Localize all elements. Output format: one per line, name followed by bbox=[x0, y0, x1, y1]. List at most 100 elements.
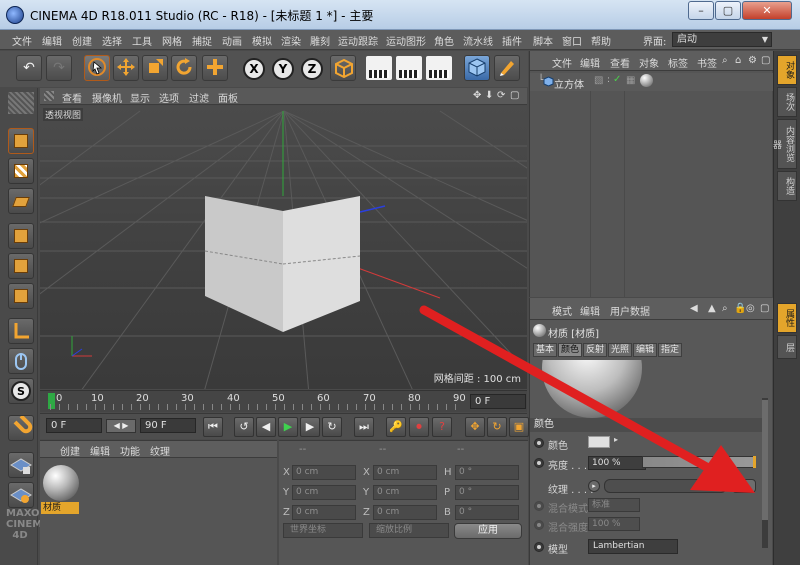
side-tab-attributes[interactable]: 属性 bbox=[777, 303, 797, 333]
menu-tools[interactable]: 工具 bbox=[132, 33, 152, 48]
timeline[interactable]: 0 10 20 30 40 50 60 70 80 90 0 F bbox=[40, 390, 527, 412]
color-swatch[interactable] bbox=[588, 436, 610, 448]
texture-field[interactable] bbox=[604, 479, 727, 493]
tab-reflectance[interactable]: 反射 bbox=[583, 343, 608, 357]
phong-tag-icon[interactable]: ▦ bbox=[626, 75, 635, 86]
brightness-animate-radio[interactable] bbox=[534, 458, 544, 468]
attr-maximize-icon[interactable]: ▢ bbox=[760, 303, 769, 314]
enabled-check-icon[interactable]: ✓ bbox=[613, 74, 621, 85]
viewport-menu-filter[interactable]: 过滤 bbox=[189, 90, 209, 105]
texture-mode-button[interactable] bbox=[8, 158, 34, 184]
target-icon[interactable]: ◎ bbox=[746, 303, 755, 314]
object-name[interactable]: 立方体 bbox=[554, 76, 584, 91]
rotate-tool-button[interactable] bbox=[171, 55, 197, 81]
go-to-end-button[interactable]: ⏭ bbox=[354, 417, 374, 437]
side-tab-layers[interactable]: 层 bbox=[777, 335, 797, 359]
side-tab-structure[interactable]: 构造 bbox=[777, 171, 797, 201]
object-menu-tags[interactable]: 标签 bbox=[668, 55, 688, 70]
menu-character[interactable]: 角色 bbox=[434, 33, 454, 48]
cube-object-button[interactable] bbox=[464, 55, 490, 81]
color-animate-radio[interactable] bbox=[534, 438, 544, 448]
tab-color[interactable]: 颜色 bbox=[558, 343, 583, 357]
object-row[interactable]: └ 立方体 ▧ : ✓ ▦ bbox=[530, 73, 773, 91]
tab-illumination[interactable]: 光照 bbox=[608, 343, 633, 357]
rotation-p-field[interactable]: 0 ° bbox=[455, 485, 519, 500]
points-mode-button[interactable] bbox=[8, 223, 34, 249]
y-axis-lock-button[interactable]: Y bbox=[272, 58, 294, 80]
layout-select[interactable]: 启动 ▼ bbox=[672, 32, 772, 47]
end-frame-field[interactable]: 90 F bbox=[140, 418, 196, 433]
size-z-field[interactable]: 0 cm bbox=[373, 505, 437, 520]
menu-motion-tracking[interactable]: 运动跟踪 bbox=[338, 33, 378, 48]
side-tab-objects[interactable]: 对象 bbox=[777, 55, 797, 85]
texture-browse-button[interactable]: ... bbox=[732, 479, 756, 493]
next-key-button[interactable]: ↻ bbox=[322, 417, 342, 437]
attr-menu-edit[interactable]: 编辑 bbox=[580, 303, 600, 318]
material-tag-icon[interactable] bbox=[640, 74, 653, 87]
position-x-field[interactable]: 0 cm bbox=[292, 465, 356, 480]
menu-render[interactable]: 渲染 bbox=[281, 33, 301, 48]
viewport-menu-display[interactable]: 显示 bbox=[130, 90, 150, 105]
menu-pipeline[interactable]: 流水线 bbox=[463, 33, 493, 48]
model-dropdown[interactable]: Lambertian bbox=[588, 539, 678, 554]
object-search-icon[interactable]: ⌕ bbox=[722, 55, 728, 66]
color-expand-icon[interactable]: ▸ bbox=[614, 435, 618, 444]
cube-object[interactable] bbox=[204, 196, 361, 332]
solo-button[interactable] bbox=[8, 482, 34, 508]
menu-animate[interactable]: 动画 bbox=[222, 33, 242, 48]
viewport-down-arrow-icon[interactable]: ⬇ bbox=[485, 90, 493, 101]
viewport-menu-panel[interactable]: 面板 bbox=[218, 90, 238, 105]
object-home-icon[interactable]: ⌂ bbox=[735, 55, 741, 66]
z-axis-lock-button[interactable]: Z bbox=[301, 58, 323, 80]
object-menu-view[interactable]: 查看 bbox=[610, 55, 630, 70]
menu-mesh[interactable]: 网格 bbox=[162, 33, 182, 48]
pen-tool-button[interactable] bbox=[494, 55, 520, 81]
viewport-maximize-icon[interactable]: ▢ bbox=[510, 90, 519, 101]
search-icon[interactable]: ⌕ bbox=[722, 303, 728, 314]
visibility-dots-icon[interactable]: : bbox=[607, 75, 610, 85]
viewport-menu-camera[interactable]: 摄像机 bbox=[92, 90, 122, 105]
attr-menu-user-data[interactable]: 用户数据 bbox=[610, 303, 650, 318]
render-settings-button[interactable] bbox=[426, 56, 452, 80]
auto-keying-button[interactable]: ⏺ bbox=[409, 417, 429, 437]
back-arrow-icon[interactable]: ◀ bbox=[690, 303, 698, 314]
material-thumbnail[interactable] bbox=[43, 465, 79, 501]
up-arrow-icon[interactable]: ▲ bbox=[708, 303, 716, 314]
key-rotation-button[interactable]: ↻ bbox=[487, 417, 507, 437]
maximize-button[interactable]: ▢ bbox=[715, 1, 741, 20]
polygons-mode-button[interactable] bbox=[8, 283, 34, 309]
viewport-move-icon[interactable]: ✥ bbox=[473, 90, 481, 101]
brightness-slider[interactable] bbox=[642, 456, 756, 468]
object-menu-objects[interactable]: 对象 bbox=[639, 55, 659, 70]
key-scale-button[interactable]: ▣ bbox=[509, 417, 529, 437]
select-tool-button[interactable] bbox=[84, 55, 110, 81]
scale-mode-dropdown[interactable]: 缩放比例 bbox=[369, 523, 449, 538]
material-menu-edit[interactable]: 编辑 bbox=[90, 443, 110, 458]
render-picture-viewer-button[interactable] bbox=[396, 56, 422, 80]
object-menu-file[interactable]: 文件 bbox=[552, 55, 572, 70]
record-keys-button[interactable]: 🔑 bbox=[386, 417, 406, 437]
workplane-lock-button[interactable] bbox=[8, 452, 34, 478]
menu-create[interactable]: 创建 bbox=[72, 33, 92, 48]
scale-tool-button[interactable] bbox=[142, 55, 168, 81]
material-menu-function[interactable]: 功能 bbox=[120, 443, 140, 458]
menu-snap[interactable]: 捕捉 bbox=[192, 33, 212, 48]
position-z-field[interactable]: 0 cm bbox=[292, 505, 356, 520]
go-to-start-button[interactable]: ⏮ bbox=[203, 417, 223, 437]
coordinate-system-dropdown[interactable]: 世界坐标 bbox=[283, 523, 363, 538]
side-tab-content-browser[interactable]: 内容浏览器 bbox=[771, 119, 797, 169]
lock-icon[interactable]: 🔒 bbox=[734, 303, 746, 314]
layer-icon[interactable]: ▧ bbox=[594, 75, 603, 86]
model-mode-button[interactable] bbox=[8, 128, 34, 154]
render-view-button[interactable] bbox=[366, 56, 392, 80]
viewport-menu-view[interactable]: 查看 bbox=[62, 90, 82, 105]
apply-button[interactable]: 应用 bbox=[454, 523, 522, 539]
menu-window[interactable]: 窗口 bbox=[562, 33, 582, 48]
model-animate-radio[interactable] bbox=[534, 542, 544, 552]
key-position-button[interactable]: ✥ bbox=[465, 417, 485, 437]
position-y-field[interactable]: 0 cm bbox=[292, 485, 356, 500]
edges-mode-button[interactable] bbox=[8, 253, 34, 279]
previous-key-button[interactable]: ↺ bbox=[234, 417, 254, 437]
magnet-button[interactable] bbox=[8, 414, 34, 441]
menu-sculpt[interactable]: 雕刻 bbox=[310, 33, 330, 48]
